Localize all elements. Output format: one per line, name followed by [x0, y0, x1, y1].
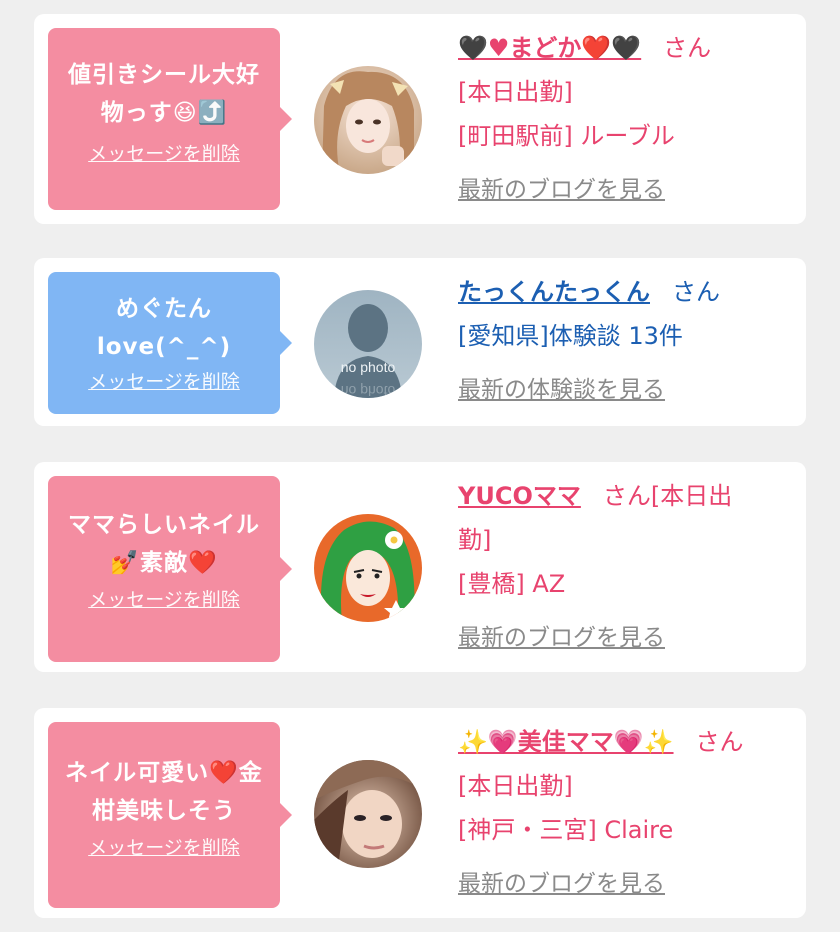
avatar[interactable] — [314, 760, 422, 868]
message-bubble: ネイル可愛い❤️金柑美味しそう メッセージを削除 — [48, 722, 292, 908]
message-card: ママらしいネイル💅素敵❤️ メッセージを削除 YUCOママ さん[本日出 勤] … — [34, 462, 806, 672]
message-bubble: 値引きシール大好物っす😆⤴️ メッセージを削除 — [48, 28, 292, 210]
message-text: ネイル可愛い❤️金柑美味しそう — [65, 760, 263, 824]
name-line: 🖤♥まどか❤️🖤 さん — [458, 26, 798, 70]
work-status: 勤] — [458, 526, 492, 554]
profile-name-link[interactable]: たっくんたっくん — [458, 278, 650, 306]
message-list: 値引きシール大好物っす😆⤴️ メッセージを削除 🖤♥まどか❤️🖤 さん [本日出… — [0, 0, 840, 932]
profile-info: たっくんたっくん さん [愛知県]体験談 13件 最新の体験談を見る — [458, 270, 798, 412]
message-text: ママらしいネイル💅素敵❤️ — [68, 512, 260, 576]
name-line: YUCOママ さん[本日出 — [458, 474, 798, 518]
name-line: ✨💗美佳ママ💗✨ さん — [458, 720, 798, 764]
latest-review-link[interactable]: 最新の体験談を見る — [458, 368, 665, 412]
review-location: [愛知県]体験談 13件 — [458, 322, 683, 350]
avatar[interactable]: no photo no photo — [314, 290, 422, 398]
shop-location: [神戸・三宮] Claire — [458, 816, 674, 844]
delete-message-link[interactable]: メッセージを削除 — [88, 836, 240, 860]
message-card: ネイル可愛い❤️金柑美味しそう メッセージを削除 ✨💗美佳ママ💗✨ さん [本日… — [34, 708, 806, 918]
svg-text:no photo: no photo — [341, 359, 396, 375]
latest-blog-link[interactable]: 最新のブログを見る — [458, 616, 665, 660]
message-card: 値引きシール大好物っす😆⤴️ メッセージを削除 🖤♥まどか❤️🖤 さん [本日出… — [34, 14, 806, 224]
message-text: 値引きシール大好物っす😆⤴️ — [68, 62, 260, 126]
profile-name-link[interactable]: 🖤♥まどか❤️🖤 — [458, 34, 641, 62]
message-card: めぐたん love(^_^) メッセージを削除 no photo no phot… — [34, 258, 806, 426]
avatar[interactable] — [314, 66, 422, 174]
message-bubble: めぐたん love(^_^) メッセージを削除 — [48, 272, 292, 414]
message-bubble: ママらしいネイル💅素敵❤️ メッセージを削除 — [48, 476, 292, 662]
profile-name-link[interactable]: YUCOママ — [458, 482, 581, 510]
honorific: さん — [663, 34, 712, 62]
message-text: めぐたん love(^_^) — [96, 296, 232, 360]
profile-name-link[interactable]: ✨💗美佳ママ💗✨ — [458, 728, 674, 756]
delete-message-link[interactable]: メッセージを削除 — [88, 588, 240, 612]
profile-info: 🖤♥まどか❤️🖤 さん [本日出勤] [町田駅前] ルーブル 最新のブログを見る — [458, 26, 798, 212]
delete-message-link[interactable]: メッセージを削除 — [88, 142, 240, 166]
work-status: [本日出勤] — [458, 78, 573, 106]
latest-blog-link[interactable]: 最新のブログを見る — [458, 862, 665, 906]
profile-info: ✨💗美佳ママ💗✨ さん [本日出勤] [神戸・三宮] Claire 最新のブログを… — [458, 720, 798, 906]
illustrated-avatar-icon — [314, 514, 422, 622]
honorific: さん — [672, 278, 720, 306]
honorific: さん — [695, 728, 744, 756]
no-photo-icon: no photo no photo — [314, 290, 422, 398]
latest-blog-link[interactable]: 最新のブログを見る — [458, 168, 665, 212]
shop-location: [豊橋] AZ — [458, 570, 566, 598]
profile-info: YUCOママ さん[本日出 勤] [豊橋] AZ 最新のブログを見る — [458, 474, 798, 660]
avatar-photo-icon — [314, 66, 422, 174]
delete-message-link[interactable]: メッセージを削除 — [88, 370, 240, 394]
svg-text:no photo: no photo — [341, 383, 396, 398]
shop-location: [町田駅前] ルーブル — [458, 122, 675, 150]
work-status: [本日出勤] — [458, 772, 573, 800]
avatar[interactable] — [314, 514, 422, 622]
name-line: たっくんたっくん さん — [458, 270, 798, 314]
avatar-photo-icon — [314, 760, 422, 868]
honorific: さん[本日出 — [602, 482, 733, 510]
